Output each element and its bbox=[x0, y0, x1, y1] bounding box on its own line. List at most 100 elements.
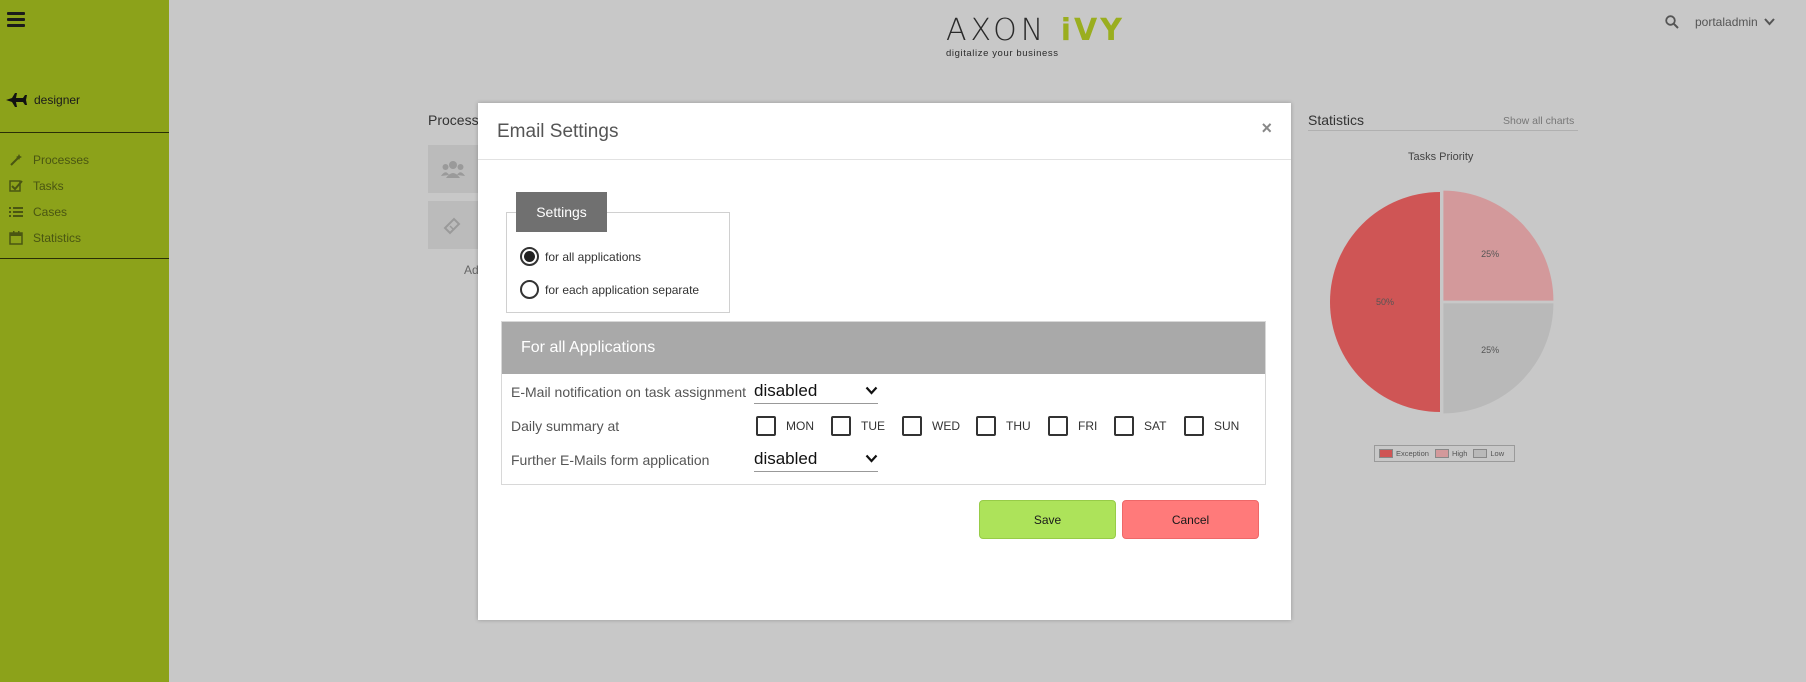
sidebar-item-label: Tasks bbox=[33, 179, 64, 193]
list-icon bbox=[8, 205, 24, 219]
radio-label: for each application separate bbox=[545, 282, 700, 297]
calendar-icon bbox=[8, 231, 24, 245]
further-emails-value: disabled bbox=[754, 448, 818, 468]
airplane-icon bbox=[6, 93, 27, 107]
legend-item-high[interactable]: High bbox=[1434, 449, 1468, 458]
statistics-widget-title: Statistics bbox=[1308, 112, 1365, 128]
legend-item-exception[interactable]: Exception bbox=[1379, 449, 1429, 458]
notification-row: E-Mail notification on task assignment bbox=[511, 384, 746, 400]
radio-button-selected[interactable] bbox=[520, 247, 539, 266]
further-emails-row: Further E-Mails form application bbox=[511, 452, 709, 468]
day-thursday[interactable]: THU bbox=[976, 416, 1048, 436]
sidebar-item-statistics[interactable]: Statistics bbox=[8, 225, 89, 251]
all-applications-panel: For all Applications E-Mail notification… bbox=[501, 321, 1266, 485]
chart-title: Tasks Priority bbox=[1408, 151, 1474, 163]
day-label: MON bbox=[786, 419, 814, 433]
day-saturday[interactable]: SAT bbox=[1114, 416, 1184, 436]
process-tile[interactable] bbox=[428, 201, 478, 249]
dialog-header: Email Settings × bbox=[478, 103, 1291, 160]
process-widget-title: Process bbox=[428, 112, 479, 128]
legend-label: Low bbox=[1490, 449, 1505, 458]
sidebar-divider bbox=[0, 258, 169, 259]
wand-icon bbox=[8, 153, 24, 167]
pie-slice-low[interactable] bbox=[1443, 303, 1554, 414]
cancel-button[interactable]: Cancel bbox=[1122, 500, 1259, 539]
legend-swatch bbox=[1473, 449, 1488, 458]
sidebar-item-cases[interactable]: Cases bbox=[8, 199, 89, 225]
legend-label: High bbox=[1451, 449, 1468, 458]
day-monday[interactable]: MON bbox=[756, 416, 831, 436]
search-icon[interactable] bbox=[1665, 15, 1679, 29]
sidebar-item-tasks[interactable]: Tasks bbox=[8, 173, 89, 199]
save-button[interactable]: Save bbox=[979, 500, 1116, 539]
settings-legend: Settings bbox=[516, 192, 607, 232]
further-emails-select[interactable]: disabled bbox=[754, 446, 878, 472]
day-label: WED bbox=[932, 419, 960, 433]
chevron-down-icon[interactable] bbox=[1763, 18, 1775, 26]
process-tile[interactable] bbox=[428, 145, 478, 193]
sidebar-nav: Processes Tasks Cases Statistics bbox=[8, 147, 89, 251]
radio-all-applications[interactable]: for all applications bbox=[520, 247, 641, 266]
radio-button[interactable] bbox=[520, 280, 539, 299]
legend-label: Exception bbox=[1396, 449, 1429, 458]
day-label: TUE bbox=[861, 419, 885, 433]
day-label: FRI bbox=[1078, 419, 1098, 433]
pie-label: 25% bbox=[1481, 249, 1499, 259]
legend-swatch bbox=[1379, 449, 1393, 458]
logo-accent: iVY bbox=[1060, 13, 1125, 48]
header-actions: portaladmin bbox=[1665, 15, 1775, 29]
sidebar-item-label: Statistics bbox=[33, 231, 82, 245]
pie-label: 50% bbox=[1376, 297, 1394, 307]
menu-icon[interactable] bbox=[7, 12, 25, 28]
ticket-icon bbox=[443, 217, 461, 235]
chart-legend: Exception High Low bbox=[1374, 445, 1516, 462]
sidebar-divider bbox=[0, 132, 169, 133]
checkbox[interactable] bbox=[1184, 416, 1204, 436]
panel-title: For all Applications bbox=[502, 322, 1265, 374]
day-label: SUN bbox=[1214, 419, 1240, 433]
dialog-title: Email Settings bbox=[497, 121, 619, 142]
sidebar-item-processes[interactable]: Processes bbox=[8, 147, 89, 173]
day-label: THU bbox=[1006, 419, 1031, 433]
email-settings-dialog: Email Settings × Settings for all applic… bbox=[478, 103, 1291, 620]
show-all-charts-link[interactable]: Show all charts bbox=[1503, 115, 1574, 127]
checkbox[interactable] bbox=[756, 416, 776, 436]
users-icon bbox=[441, 161, 465, 178]
radio-label: for all applications bbox=[545, 249, 642, 264]
further-emails-label: Further E-Mails form application bbox=[511, 452, 710, 468]
daily-summary-days: MON TUE WED THU FRI SAT SUN bbox=[756, 416, 1244, 436]
tasks-priority-pie-chart: 50% 25% 25% bbox=[1330, 190, 1554, 414]
radio-each-application[interactable]: for each application separate bbox=[520, 280, 699, 299]
legend-swatch bbox=[1434, 449, 1449, 458]
sidebar-item-label: Cases bbox=[33, 205, 68, 219]
checkbox[interactable] bbox=[1114, 416, 1134, 436]
checkbox[interactable] bbox=[902, 416, 922, 436]
notification-select[interactable]: disabled bbox=[754, 378, 878, 404]
day-wednesday[interactable]: WED bbox=[902, 416, 976, 436]
notification-label: E-Mail notification on task assignment bbox=[511, 384, 746, 400]
user-menu[interactable]: portaladmin bbox=[1695, 15, 1758, 29]
day-sunday[interactable]: SUN bbox=[1184, 416, 1244, 436]
close-icon[interactable]: × bbox=[1261, 118, 1272, 139]
logo-wordmark: AXON iVY bbox=[946, 15, 1125, 47]
statistics-divider bbox=[1308, 130, 1578, 131]
sidebar-item-label: Processes bbox=[33, 153, 90, 167]
pie-label: 25% bbox=[1481, 345, 1499, 355]
chevron-down-icon bbox=[865, 454, 878, 463]
axon-ivy-logo[interactable]: AXON iVY digitalize your business bbox=[946, 15, 1125, 60]
logo-tagline: digitalize your business bbox=[946, 48, 1059, 59]
daily-summary-label: Daily summary at bbox=[511, 418, 620, 434]
daily-summary-row: Daily summary at bbox=[511, 418, 619, 434]
sidebar-user-name: designer bbox=[34, 93, 81, 107]
checkbox[interactable] bbox=[976, 416, 996, 436]
checkbox[interactable] bbox=[1048, 416, 1068, 436]
pie-slice-high[interactable] bbox=[1443, 190, 1554, 301]
day-label: SAT bbox=[1144, 419, 1167, 433]
checkbox[interactable] bbox=[831, 416, 851, 436]
day-tuesday[interactable]: TUE bbox=[831, 416, 902, 436]
logo-word: AXON bbox=[946, 13, 1048, 48]
sidebar-user[interactable]: designer bbox=[6, 93, 80, 107]
day-friday[interactable]: FRI bbox=[1048, 416, 1114, 436]
sidebar: designer Processes Tasks Cases Statistic bbox=[0, 0, 169, 682]
legend-item-low[interactable]: Low bbox=[1473, 449, 1504, 458]
